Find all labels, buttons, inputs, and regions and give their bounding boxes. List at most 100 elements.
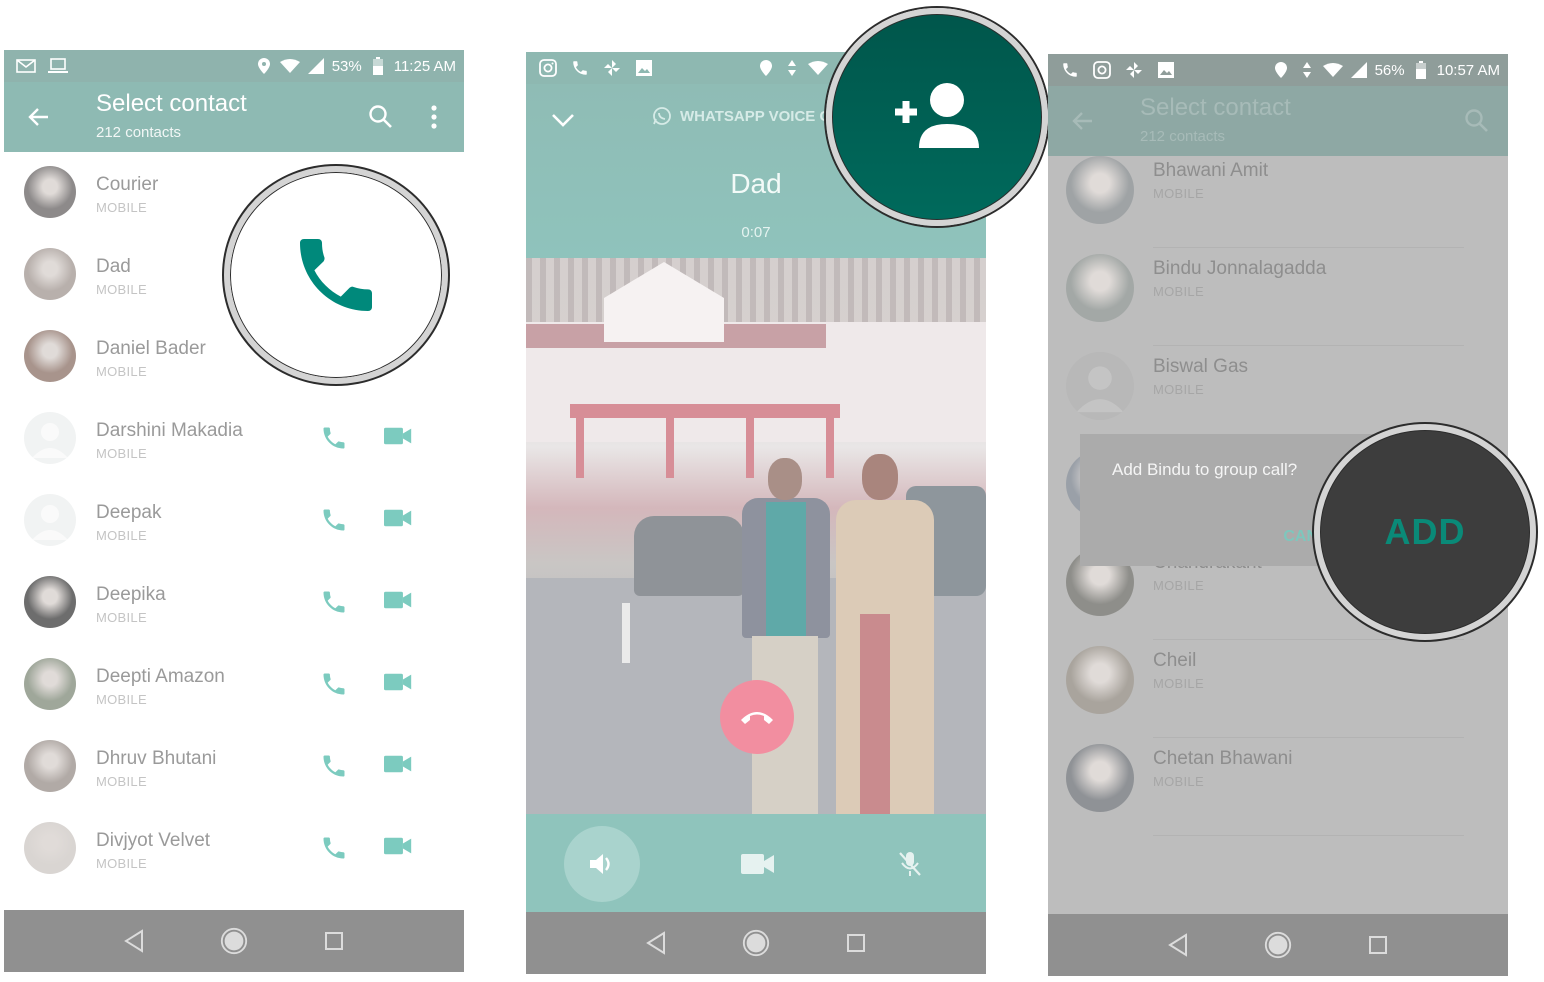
status-bar: 56% 10:57 AM [1048, 54, 1508, 86]
contact-row[interactable]: Bindu Jonnalagadda MOBILE [1048, 248, 1508, 346]
android-nav-bar [1048, 914, 1508, 976]
contact-phone-type: MOBILE [1153, 382, 1204, 397]
nav-back-icon[interactable] [119, 926, 149, 956]
voice-call-icon[interactable] [320, 752, 350, 782]
contact-row[interactable]: Cheil MOBILE [1048, 640, 1508, 738]
android-nav-bar [526, 912, 986, 974]
avatar [24, 576, 76, 628]
contact-phone-type: MOBILE [96, 692, 147, 707]
speaker-button[interactable] [564, 826, 640, 902]
contact-row[interactable]: Deepak MOBILE [4, 480, 464, 562]
video-call-icon[interactable] [384, 836, 414, 862]
nav-recents-icon[interactable] [319, 926, 349, 956]
wifi-icon [279, 57, 300, 75]
contact-row[interactable]: Darshini Makadia MOBILE [4, 398, 464, 480]
voice-call-icon[interactable] [288, 227, 384, 323]
contact-name: Darshini Makadia [96, 420, 243, 441]
contact-row[interactable]: Chetan Bhawani MOBILE [1048, 738, 1508, 836]
voice-call-icon[interactable] [320, 670, 350, 700]
contact-phone-type: MOBILE [1153, 774, 1204, 789]
video-call-icon[interactable] [384, 426, 414, 452]
avatar [24, 494, 76, 546]
contact-name: Daniel Bader [96, 338, 206, 359]
end-call-button[interactable] [720, 680, 794, 754]
video-call-icon[interactable] [384, 590, 414, 616]
nav-home-icon[interactable] [219, 926, 249, 956]
avatar [1066, 156, 1134, 224]
page-title: Select contact [96, 90, 247, 117]
magnifier-voice-call [224, 166, 448, 384]
signal-icon [306, 57, 326, 75]
contact-name: Cheil [1153, 650, 1197, 671]
dialog-message: Add Bindu to group call? [1112, 460, 1298, 479]
page-title: Select contact [1140, 94, 1291, 121]
mute-button[interactable] [872, 826, 948, 902]
video-call-icon[interactable] [384, 672, 414, 698]
add-participant-icon[interactable] [889, 82, 985, 152]
avatar [24, 412, 76, 464]
battery-icon [1411, 61, 1431, 79]
avatar [1066, 646, 1134, 714]
back-arrow-icon[interactable] [26, 104, 52, 130]
video-call-icon[interactable] [384, 508, 414, 534]
search-icon[interactable] [1464, 108, 1490, 134]
add-button-magnified[interactable]: ADD [1385, 511, 1466, 553]
call-timer: 0:07 [741, 224, 771, 241]
speaker-icon [590, 854, 610, 874]
hang-up-icon [741, 712, 773, 724]
contact-count: 212 contacts [1140, 128, 1226, 145]
avatar [24, 740, 76, 792]
pinwheel-icon [602, 59, 622, 77]
whatsapp-icon [652, 106, 672, 126]
avatar [24, 658, 76, 710]
contact-phone-type: MOBILE [1153, 578, 1204, 593]
instagram-icon [538, 59, 558, 77]
nav-recents-icon[interactable] [841, 928, 871, 958]
contact-name: Bhawani Amit [1153, 160, 1269, 181]
nav-back-icon[interactable] [641, 928, 671, 958]
contact-phone-type: MOBILE [96, 774, 147, 789]
video-camera-icon [741, 854, 774, 874]
wifi-icon [1322, 61, 1343, 79]
video-toggle-button[interactable] [720, 826, 796, 902]
avatar [1066, 744, 1134, 812]
avatar [24, 166, 76, 218]
battery-percent: 56% [1374, 61, 1405, 79]
instagram-icon [1092, 61, 1112, 79]
contact-row[interactable]: Deepti Amazon MOBILE [4, 644, 464, 726]
battery-icon [368, 57, 388, 75]
contact-phone-type: MOBILE [1153, 186, 1204, 201]
clock: 11:25 AM [393, 57, 456, 75]
contact-row[interactable]: Dhruv Bhutani MOBILE [4, 726, 464, 808]
more-options-icon[interactable] [424, 104, 444, 130]
magnifier-add-participant [826, 8, 1048, 226]
battery-percent: 53% [331, 57, 362, 75]
clock: 10:57 AM [1436, 61, 1500, 79]
contact-phone-type: MOBILE [96, 856, 147, 871]
video-call-icon[interactable] [384, 754, 414, 780]
signal-icon [1349, 61, 1369, 79]
back-arrow-icon[interactable] [1070, 108, 1096, 134]
nav-home-icon[interactable] [741, 928, 771, 958]
voice-call-icon[interactable] [320, 588, 350, 618]
avatar [1066, 254, 1134, 322]
contact-phone-type: MOBILE [96, 200, 147, 215]
voice-call-icon[interactable] [320, 506, 350, 536]
contact-row[interactable]: Divjyot Velvet MOBILE [4, 808, 464, 890]
voice-call-icon[interactable] [320, 424, 350, 454]
call-type-label: WHATSAPP VOICE C [652, 106, 830, 126]
contact-name: Courier [96, 174, 159, 195]
contact-row[interactable]: Bhawani Amit MOBILE [1048, 150, 1508, 248]
contact-row[interactable]: Deepika MOBILE [4, 562, 464, 644]
contact-name: Deepti Amazon [96, 666, 225, 687]
contact-phone-type: MOBILE [96, 528, 147, 543]
minimize-chevron-icon[interactable] [550, 110, 576, 130]
contact-phone-type: MOBILE [1153, 284, 1204, 299]
avatar [1066, 352, 1134, 420]
search-icon[interactable] [368, 104, 394, 130]
nav-home-icon[interactable] [1263, 930, 1293, 960]
nav-back-icon[interactable] [1163, 930, 1193, 960]
voice-call-icon[interactable] [320, 834, 350, 864]
app-bar: Select contact 212 contacts [1048, 86, 1508, 156]
nav-recents-icon[interactable] [1363, 930, 1393, 960]
